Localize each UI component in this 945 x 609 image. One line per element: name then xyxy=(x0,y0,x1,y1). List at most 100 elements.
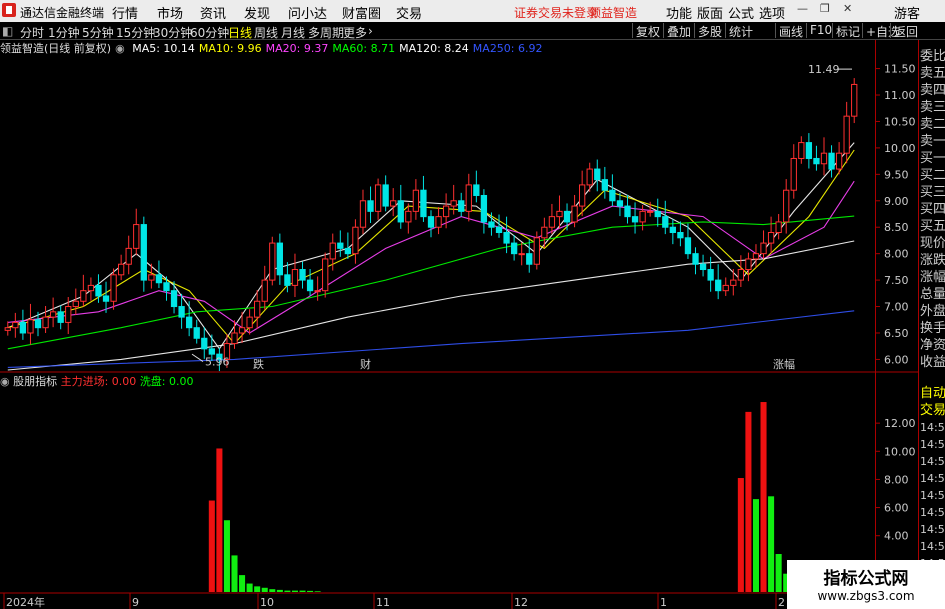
period-15min[interactable]: 15分钟 xyxy=(116,24,155,41)
btn-fuquan[interactable]: 复权 xyxy=(632,23,660,39)
price-tick-label-4: 8.00 xyxy=(884,248,909,261)
restore-icon[interactable]: ❐ xyxy=(820,3,830,14)
trade-item-0[interactable]: 自动 xyxy=(920,385,945,402)
panel-divider xyxy=(875,40,876,609)
indicator-circle-icon[interactable]: ◉ xyxy=(0,375,10,388)
trade-item-5: 14:56 xyxy=(920,472,945,485)
xipan-bar-13 xyxy=(752,499,759,592)
candle-body-38 xyxy=(291,269,299,286)
candle-body-96 xyxy=(730,279,737,286)
xipan-bar-4 xyxy=(254,586,261,592)
price-tick-label-1: 6.50 xyxy=(884,327,909,340)
candle-body-82 xyxy=(624,205,631,218)
candle-body-20 xyxy=(155,274,163,284)
ma-legend-item-5: MA250: 6.92 xyxy=(472,42,543,55)
candle-body-80 xyxy=(609,189,616,202)
price-tick-label-3: 7.50 xyxy=(884,274,909,287)
menu-gongshi[interactable]: 公式 xyxy=(728,3,754,22)
btn-duogu[interactable]: 多股 xyxy=(694,23,722,39)
quote-label-13: 涨幅 xyxy=(920,270,945,285)
candle-body-77 xyxy=(586,168,593,186)
candle-body-44 xyxy=(337,242,344,249)
price-tick-label-6: 9.00 xyxy=(884,195,909,208)
candle-body-104 xyxy=(790,157,797,191)
zhuli-bar-2 xyxy=(737,478,744,592)
date-tick-label-1: 9 xyxy=(132,596,139,609)
candle-body-105 xyxy=(798,142,805,159)
xipan-bar-11 xyxy=(307,590,314,592)
title-bar: 通达信金融终端 行情 市场 资讯 发现 问小达 财富圈 交易 证券交易未登录 领… xyxy=(0,0,945,22)
menu-wenxiaoda[interactable]: 问小达 xyxy=(288,3,327,22)
candle-body-45 xyxy=(344,247,352,255)
quote-label-14: 总量 xyxy=(920,287,945,302)
quote-label-15: 外盘 xyxy=(920,304,945,319)
ind-tick-label-3: 8.00 xyxy=(884,473,909,486)
trade-item-1[interactable]: 交易 xyxy=(920,402,945,419)
period-30min[interactable]: 30分钟 xyxy=(153,24,192,41)
btn-diejia[interactable]: 叠加 xyxy=(663,23,691,39)
xipan-bar-7 xyxy=(276,589,283,592)
quote-label-6: 买一 xyxy=(920,151,945,166)
menu-banmian[interactable]: 版面 xyxy=(697,3,723,22)
period-60min[interactable]: 60分钟 xyxy=(190,24,229,41)
period-monthly[interactable]: 月线 xyxy=(281,24,305,41)
login-notice[interactable]: 证券交易未登录 xyxy=(514,4,598,21)
xipan-bar-15 xyxy=(775,554,782,592)
btn-back[interactable]: 返回 xyxy=(890,23,918,39)
candle-body-24 xyxy=(186,316,193,329)
period-daily[interactable]: 日线 xyxy=(228,24,252,41)
btn-tongji[interactable]: 统计 xyxy=(725,23,753,39)
chart-toggle-icon[interactable]: ◧ xyxy=(2,24,13,38)
candle-body-8 xyxy=(65,306,72,323)
candle-body-41 xyxy=(314,290,321,293)
btn-biaoji[interactable]: 标记 xyxy=(832,23,860,39)
menu-hangqing[interactable]: 行情 xyxy=(112,3,138,22)
candle-body-10 xyxy=(80,290,87,302)
ma-line-ma120 xyxy=(7,240,855,371)
quote-label-1: 卖五 xyxy=(920,66,945,81)
btn-huaxian[interactable]: 画线 xyxy=(775,23,803,39)
ma-legend-item-2: MA20: 9.37 xyxy=(265,42,329,55)
visitor-label[interactable]: 游客 xyxy=(894,3,920,22)
candle-body-71 xyxy=(541,226,548,239)
menu-gongneng[interactable]: 功能 xyxy=(666,3,692,22)
chevron-right-icon[interactable]: › xyxy=(368,24,373,38)
candle-body-85 xyxy=(647,210,654,213)
btn-f10[interactable]: F10 xyxy=(806,23,832,38)
minimize-icon[interactable]: — xyxy=(797,3,808,14)
candle-body-42 xyxy=(322,258,329,292)
event-marker-0: 跌 xyxy=(253,357,264,371)
candle-body-79 xyxy=(601,179,608,191)
menu-caifuquan[interactable]: 财富圈 xyxy=(342,3,381,22)
candle-body-92 xyxy=(699,263,707,271)
xipan-bar-1 xyxy=(231,555,238,592)
legend-zhuli: 主力进场: 0.00 xyxy=(60,375,137,388)
candle-body-26 xyxy=(201,337,208,350)
candle-body-19 xyxy=(148,274,155,281)
menu-zixun[interactable]: 资讯 xyxy=(200,3,226,22)
period-multi[interactable]: 多周期 xyxy=(308,24,344,41)
candle-body-101 xyxy=(767,232,775,244)
candle-body-2 xyxy=(19,321,27,334)
settings-circle-icon[interactable]: ◉ xyxy=(115,42,125,55)
kline-chart[interactable]: 6.00 6.50 7.00 7.50 8.00 8.50 9.00 9.50 10.00 10.… xyxy=(0,40,918,609)
trade-item-6: 14:56 xyxy=(920,489,945,502)
candle-body-39 xyxy=(299,269,306,281)
candle-body-36 xyxy=(276,242,283,276)
candle-body-70 xyxy=(533,237,540,265)
xipan-bar-6 xyxy=(269,589,276,592)
candle-body-109 xyxy=(828,152,835,170)
menu-jiaoyi[interactable]: 交易 xyxy=(396,3,422,22)
quote-label-17: 净资 xyxy=(920,338,945,353)
menu-faxian[interactable]: 发现 xyxy=(244,3,270,22)
menu-shichang[interactable]: 市场 xyxy=(157,3,183,22)
period-5min[interactable]: 5分钟 xyxy=(82,24,114,41)
quote-label-4: 卖二 xyxy=(920,117,945,132)
period-fenshi[interactable]: 分时 xyxy=(20,24,44,41)
candle-body-7 xyxy=(57,311,64,323)
period-1min[interactable]: 1分钟 xyxy=(48,24,80,41)
menu-xuanxiang[interactable]: 选项 xyxy=(759,3,785,22)
close-icon[interactable]: ✕ xyxy=(843,3,853,14)
period-weekly[interactable]: 周线 xyxy=(254,24,278,41)
period-more[interactable]: 更多 xyxy=(343,24,367,41)
